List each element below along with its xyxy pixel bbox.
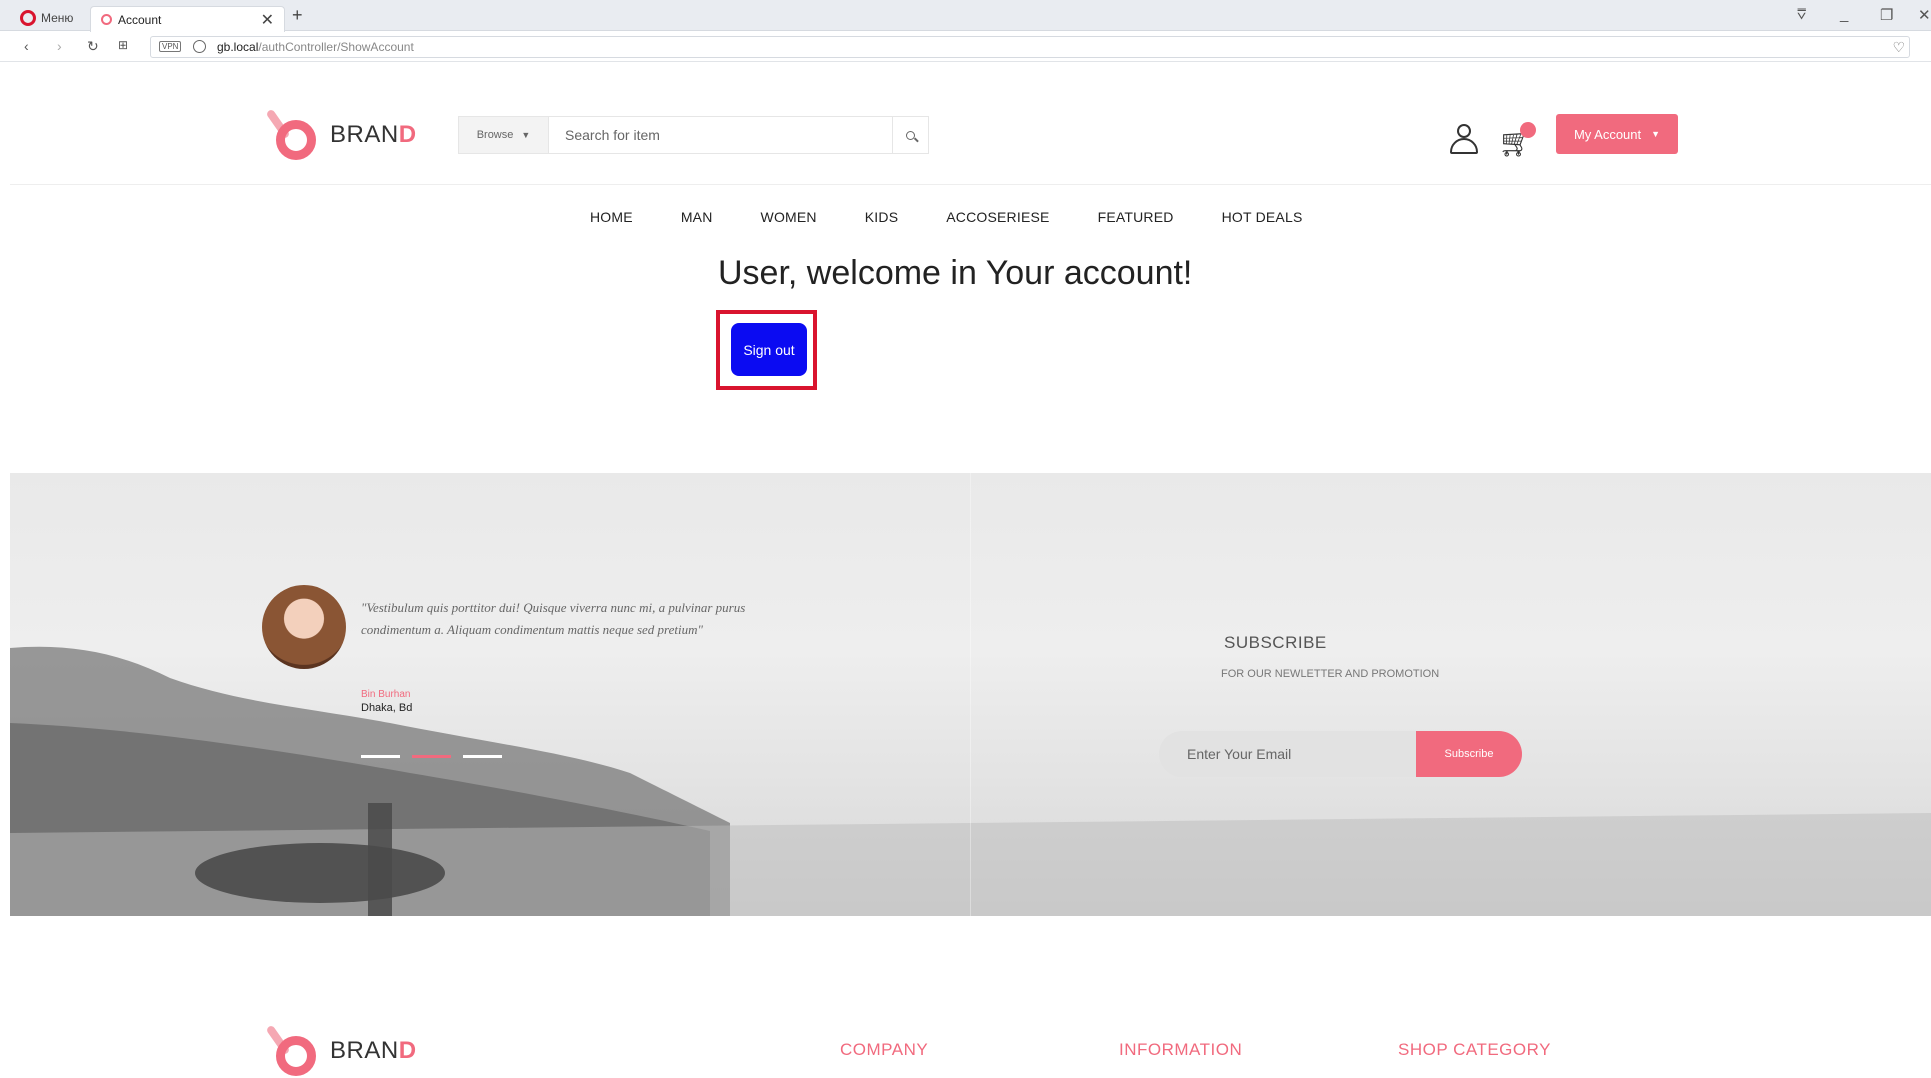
subscribe-button[interactable]: Subscribe (1416, 731, 1522, 777)
slider-dot-active[interactable] (412, 755, 451, 758)
close-tab-icon[interactable]: ✕ (261, 10, 274, 30)
search-icon (906, 130, 915, 140)
nav-item-featured[interactable]: FEATURED (1098, 209, 1174, 225)
url-text[interactable]: gb.local/authController/ShowAccount (217, 40, 414, 54)
slider-dot[interactable] (463, 755, 502, 758)
opera-logo-icon (20, 10, 36, 26)
reload-icon[interactable]: ↻ (87, 38, 99, 55)
globe-icon (193, 40, 206, 53)
browse-label: Browse (476, 129, 514, 141)
close-window-icon[interactable]: ✕ (1918, 6, 1931, 24)
browser-menu-label: Меню (41, 11, 74, 25)
brand-name-main: BRAN (330, 121, 399, 148)
new-tab-icon[interactable]: + (292, 5, 303, 26)
tab-menu-icon[interactable]: ⩢ (1797, 6, 1806, 23)
search-input[interactable] (549, 117, 892, 153)
welcome-heading: User, welcome in Your account! (718, 254, 1193, 292)
brand-name-main: BRAN (330, 1037, 399, 1064)
heart-icon[interactable]: ♡ (1892, 39, 1905, 56)
nav-item-man[interactable]: MAN (681, 209, 713, 225)
sign-out-button[interactable]: Sign out (731, 323, 807, 376)
footer-heading-company: COMPANY (840, 1040, 929, 1059)
nav-item-home[interactable]: HOME (590, 209, 633, 225)
main-nav: HOME MAN WOMEN KIDS ACCOSERIESE FEATURED… (590, 209, 1351, 225)
url-path: /authController/ShowAccount (258, 40, 414, 54)
brand-name: BRAND (330, 121, 417, 149)
tab-title: Account (118, 12, 162, 27)
cart-icon[interactable]: 🛒︎ (1498, 122, 1538, 158)
brand-logo[interactable]: BRAND (265, 108, 417, 162)
subscribe-subtitle: FOR OUR NEWLETTER AND PROMOTION (1221, 668, 1440, 680)
caret-down-icon: ▼ (1651, 129, 1661, 139)
forward-icon[interactable]: › (57, 38, 62, 54)
browser-menu-button[interactable]: Меню (10, 6, 86, 30)
footer-brand-logo[interactable]: BRAND (265, 1024, 417, 1078)
brand-mark-icon (265, 1024, 320, 1078)
cart-badge (1520, 122, 1536, 138)
testimonial-location: Dhaka, Bd (361, 702, 413, 714)
restore-icon[interactable]: ❐ (1880, 6, 1893, 24)
favicon-icon (101, 14, 112, 25)
browser-tab-account[interactable]: Account ✕ (90, 6, 285, 32)
nav-item-women[interactable]: WOMEN (761, 209, 817, 225)
email-field[interactable] (1159, 731, 1429, 777)
brand-name-accent: D (398, 1037, 417, 1064)
speed-dial-icon[interactable]: ⊞ (118, 38, 128, 52)
subscribe-title: SUBSCRIBE (1224, 633, 1327, 652)
testimonial-quote: "Vestibulum quis porttitor dui! Quisque … (361, 600, 746, 637)
nav-item-accessories[interactable]: ACCOSERIESE (946, 209, 1049, 225)
back-icon[interactable]: ‹ (24, 38, 29, 54)
search-bar: Browse ▼ (458, 116, 929, 154)
caret-down-icon: ▼ (521, 130, 531, 140)
url-host: gb.local (217, 40, 259, 54)
header-divider (10, 184, 1931, 185)
testimonial-author: Bin Burhan (361, 689, 411, 700)
nav-item-hot-deals[interactable]: HOT DEALS (1222, 209, 1303, 225)
my-account-label: My Account (1573, 126, 1642, 142)
footer-heading-shop-category: SHOP CATEGORY (1398, 1040, 1551, 1059)
my-account-button[interactable]: My Account ▼ (1556, 114, 1678, 154)
slider-dot[interactable] (361, 755, 400, 758)
search-button[interactable] (892, 117, 928, 153)
browse-dropdown[interactable]: Browse ▼ (459, 117, 549, 153)
minimize-icon[interactable]: _ (1840, 6, 1848, 23)
browser-tab-bar: Меню Account ✕ + ⩢ _ ❐ ✕ (0, 0, 1931, 32)
user-icon[interactable] (1449, 124, 1479, 156)
brand-name-accent: D (398, 121, 417, 148)
vpn-badge[interactable]: VPN (159, 41, 182, 52)
nav-item-kids[interactable]: KIDS (865, 209, 898, 225)
url-field[interactable]: VPN gb.local/authController/ShowAccount … (150, 36, 1910, 58)
footer-brand-name: BRAND (330, 1037, 417, 1065)
address-bar: ‹ › ↻ ⊞ VPN gb.local/authController/Show… (0, 32, 1931, 62)
brand-mark-icon (265, 108, 320, 162)
testimonial-avatar (262, 585, 346, 669)
band-divider (970, 473, 971, 916)
footer-heading-information: INFORMATION (1119, 1040, 1243, 1059)
hero-band: "Vestibulum quis porttitor dui! Quisque … (10, 473, 1931, 916)
